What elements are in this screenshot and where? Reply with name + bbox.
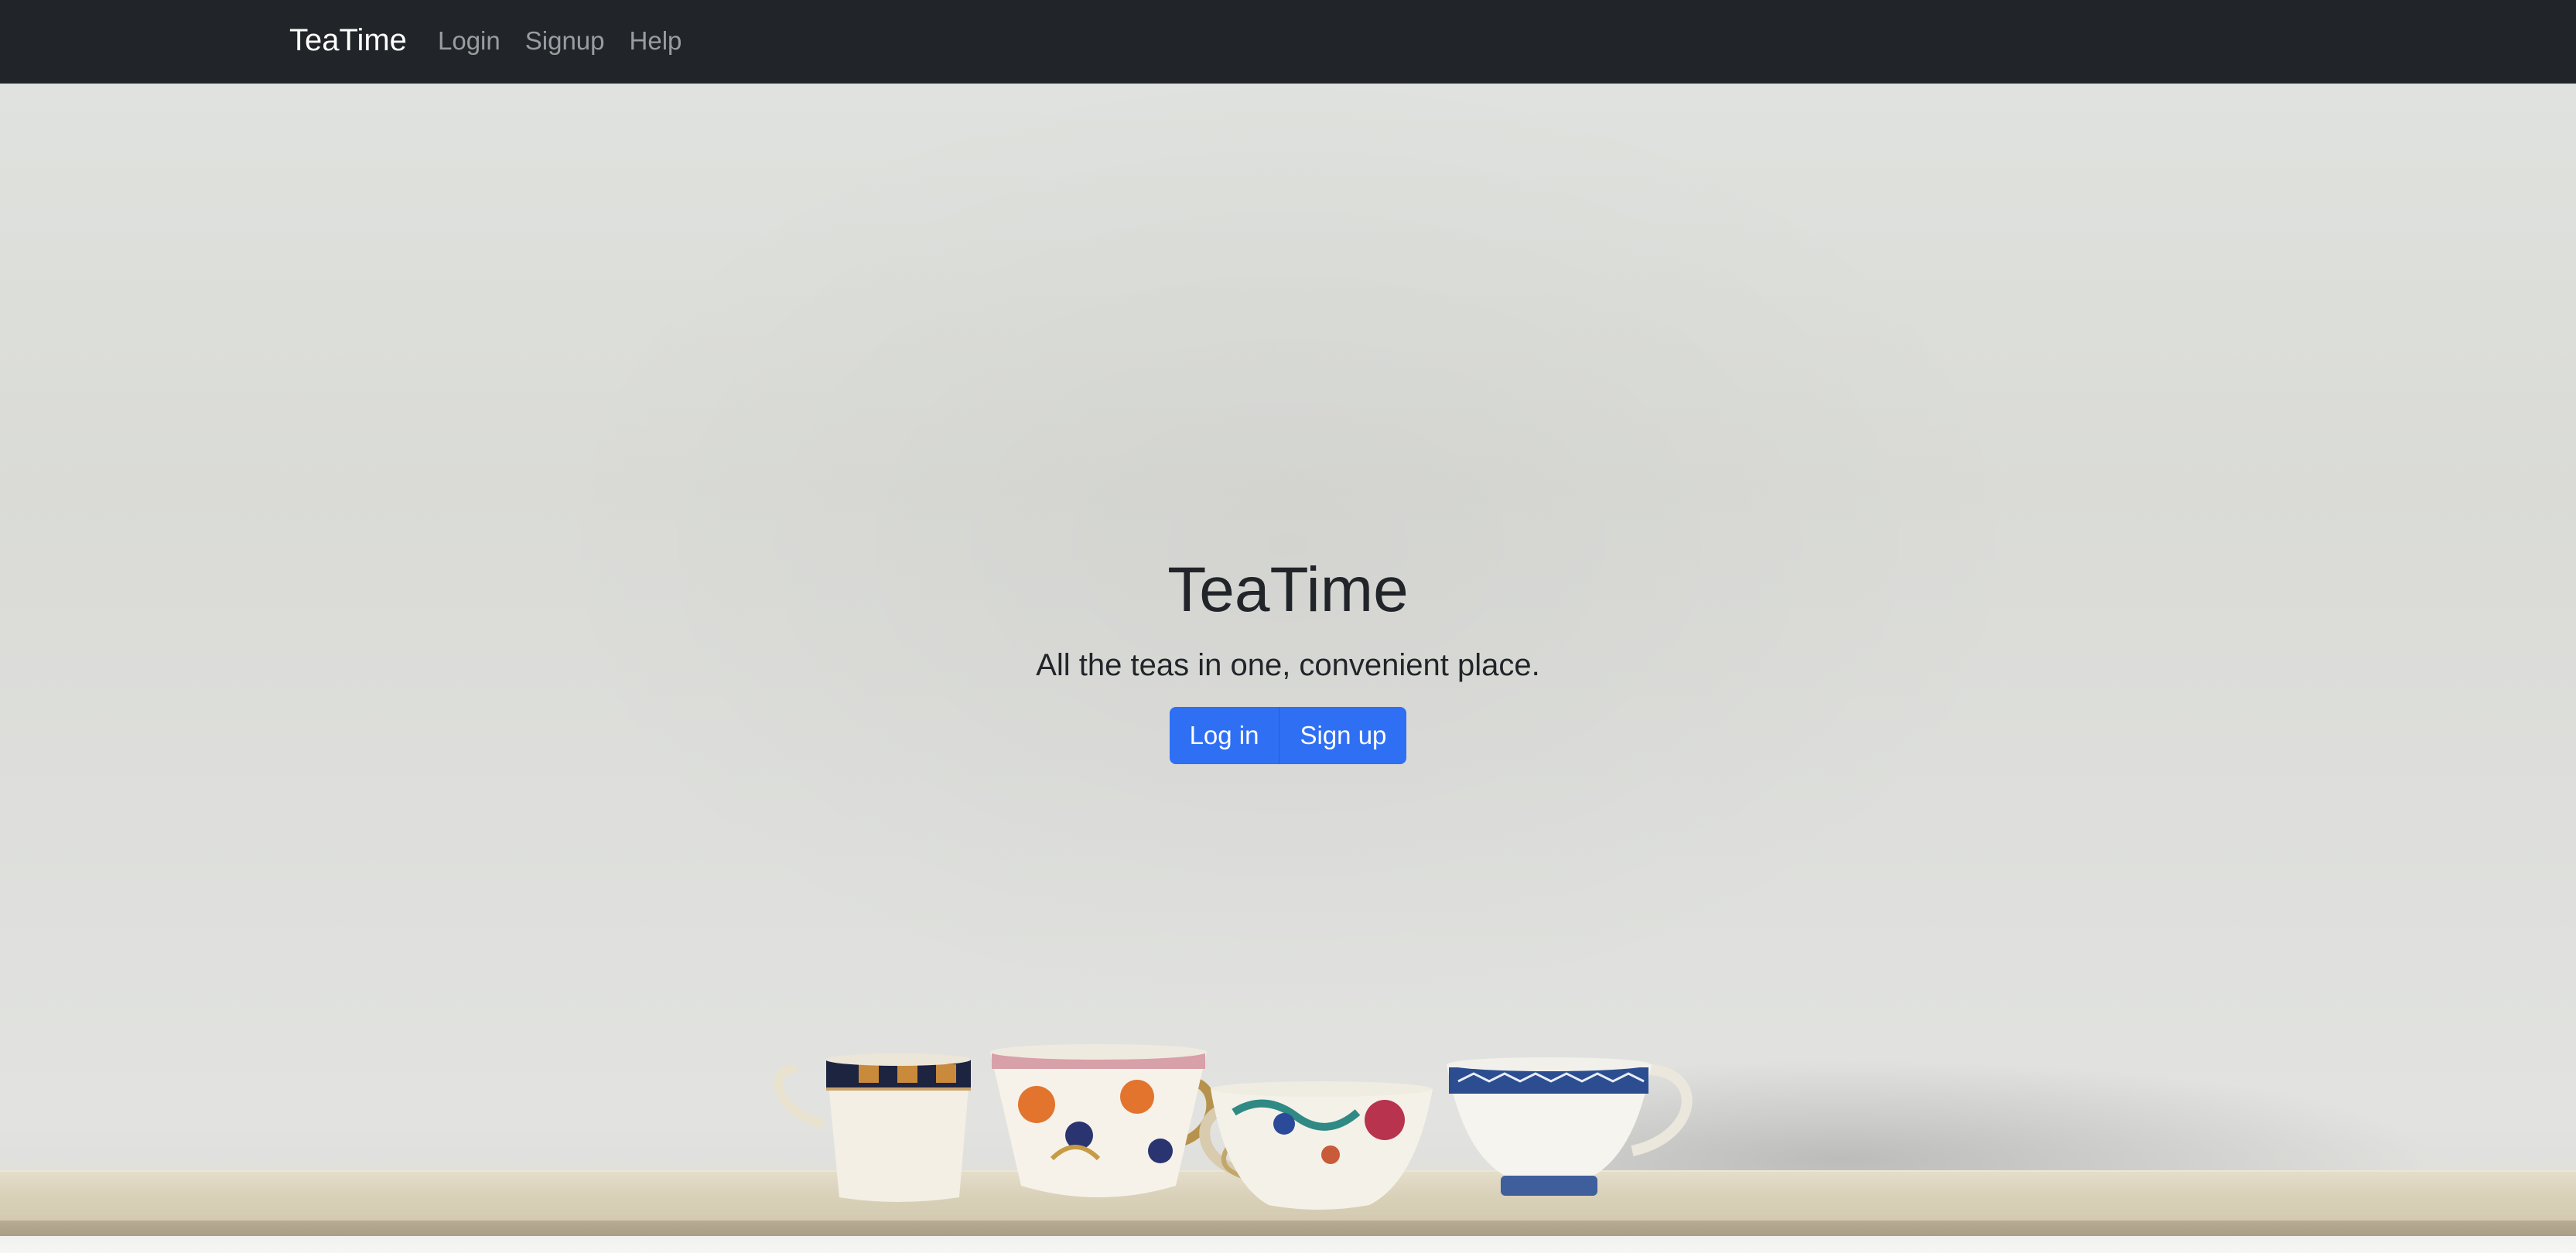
nav-link-signup[interactable]: Signup (513, 22, 617, 60)
nav-links: Login Signup Help (438, 22, 694, 60)
page-bottom-edge (0, 1236, 2576, 1253)
navbar-brand[interactable]: TeaTime (289, 19, 407, 62)
nav-link-help[interactable]: Help (617, 22, 695, 60)
hero-section: TeaTime All the teas in one, convenient … (0, 84, 2576, 1236)
teacup-1 (774, 1053, 971, 1202)
hero-button-group: Log in Sign up (1169, 707, 1407, 764)
top-navbar: TeaTime Login Signup Help (0, 0, 2576, 84)
signup-button[interactable]: Sign up (1279, 707, 1407, 764)
teacup-3 (1199, 1081, 1433, 1210)
teacup-4 (1447, 1057, 1693, 1196)
hero-content: TeaTime All the teas in one, convenient … (0, 548, 2576, 764)
nav-link-login[interactable]: Login (438, 22, 513, 60)
teacup-2 (990, 1044, 1216, 1197)
login-button[interactable]: Log in (1169, 707, 1280, 764)
hero-subtitle: All the teas in one, convenient place. (1036, 648, 1540, 682)
hero-title: TeaTime (1167, 555, 1409, 625)
